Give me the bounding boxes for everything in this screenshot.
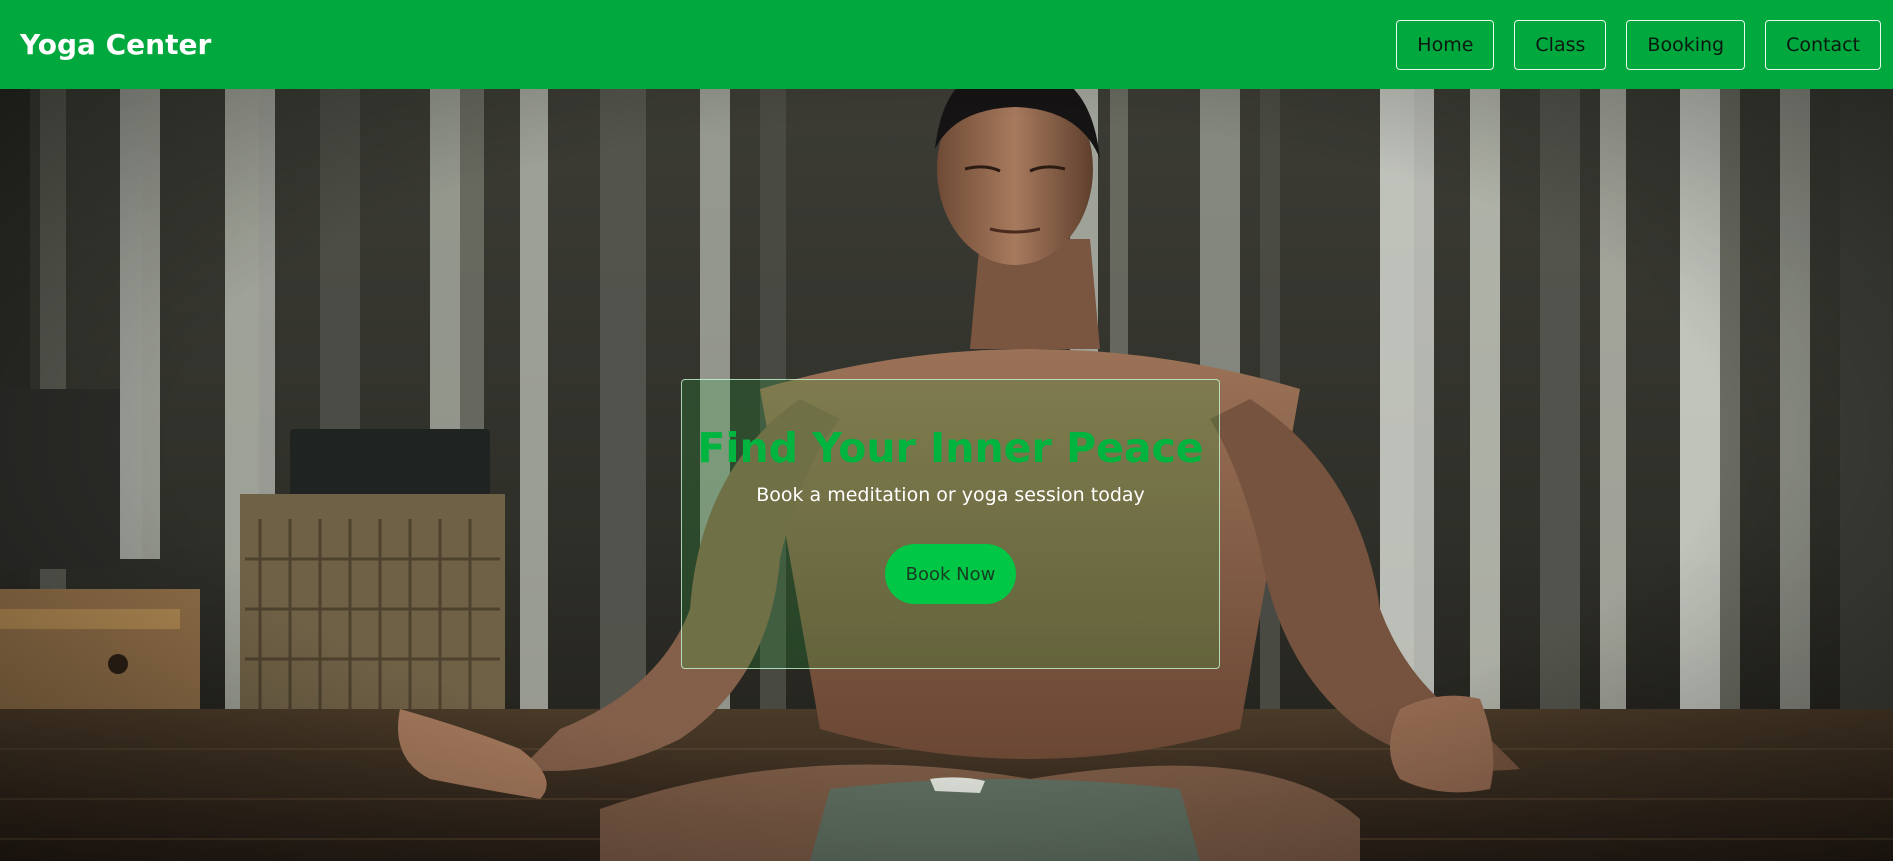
page: Yoga Center Home Class Booking Contact F… (0, 0, 1893, 861)
hero-subtitle: Book a meditation or yoga session today (756, 484, 1145, 506)
nav-booking-button[interactable]: Booking (1626, 19, 1746, 70)
main-nav: Home Class Booking Contact (1396, 19, 1881, 70)
nav-home-button[interactable]: Home (1396, 19, 1495, 70)
hero-title: Find Your Inner Peace (697, 424, 1204, 472)
site-header: Yoga Center Home Class Booking Contact (0, 0, 1893, 89)
nav-class-button[interactable]: Class (1514, 19, 1607, 70)
nav-contact-button[interactable]: Contact (1765, 19, 1881, 70)
hero-card: Find Your Inner Peace Book a meditation … (681, 379, 1220, 669)
brand-logo-text[interactable]: Yoga Center (20, 28, 211, 61)
book-now-button[interactable]: Book Now (885, 544, 1016, 604)
